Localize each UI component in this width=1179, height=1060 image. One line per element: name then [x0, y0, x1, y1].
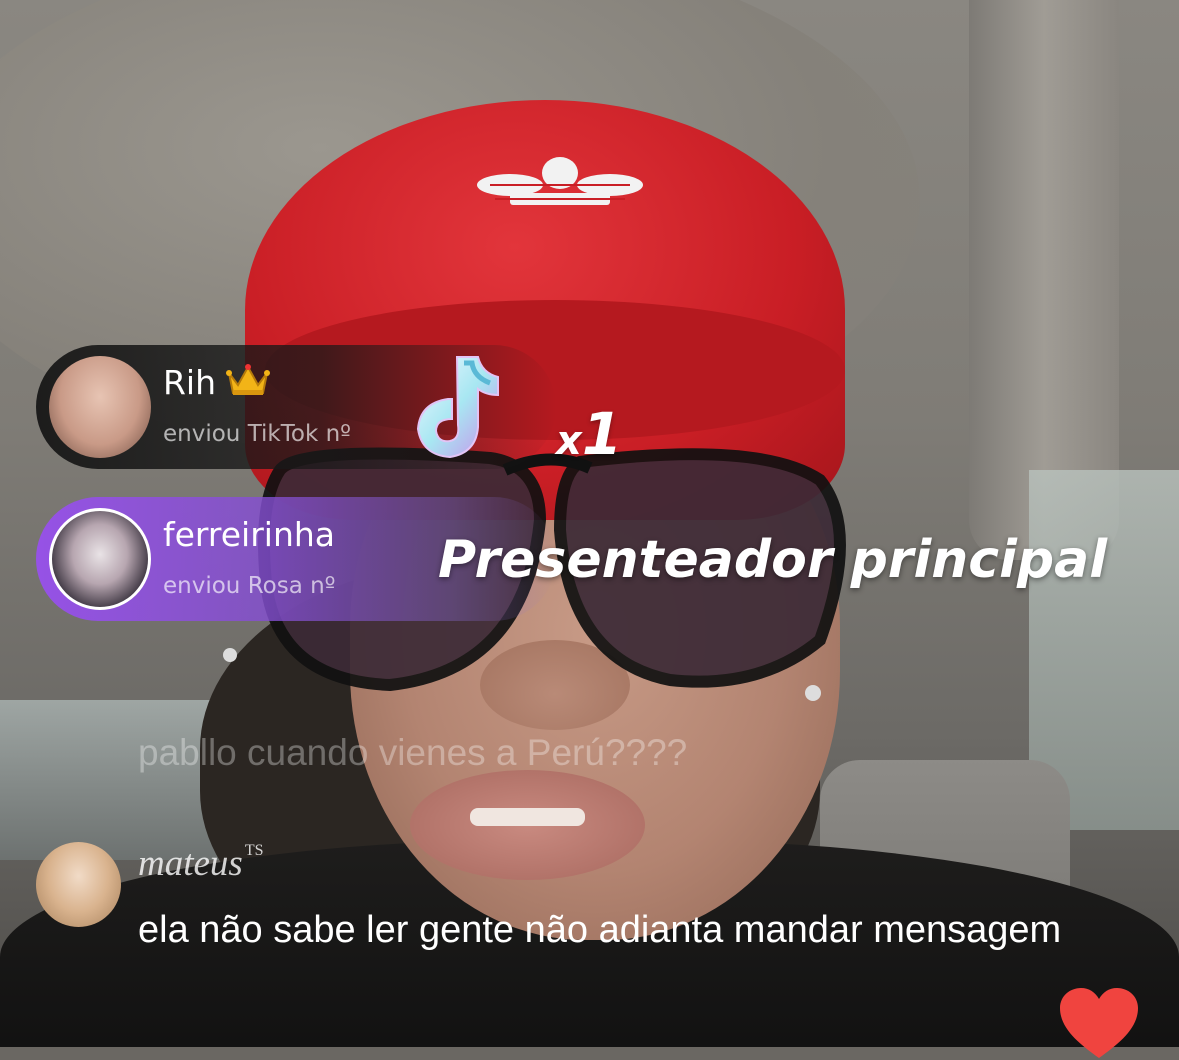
- trefoil-logo-icon: [477, 157, 643, 205]
- earring-left: [223, 648, 237, 662]
- gift-action-text: enviou TikTok nº: [163, 421, 351, 447]
- earring-right: [805, 685, 821, 701]
- top-gifter-label: Presenteador principal: [438, 530, 1108, 590]
- comment-text: ela não sabe ler gente não adianta manda…: [138, 909, 1062, 951]
- crown-icon: [226, 363, 271, 405]
- gift-sender-name: ferreirinha: [163, 515, 336, 554]
- avatar[interactable]: [36, 842, 121, 927]
- heart-icon[interactable]: [1058, 988, 1140, 1060]
- tiktok-gift-icon: [416, 356, 499, 459]
- faded-comment: pabllo cuando vienes a Perú????: [138, 732, 688, 773]
- gift-sender-name: Rih: [163, 363, 271, 405]
- avatar[interactable]: [49, 356, 151, 458]
- streamer-teeth: [470, 808, 585, 826]
- avatar[interactable]: [49, 508, 151, 610]
- gift-action-text: enviou Rosa nº: [163, 573, 336, 599]
- comment-username[interactable]: mateus TS: [138, 842, 264, 885]
- gift-count: x1: [556, 400, 623, 468]
